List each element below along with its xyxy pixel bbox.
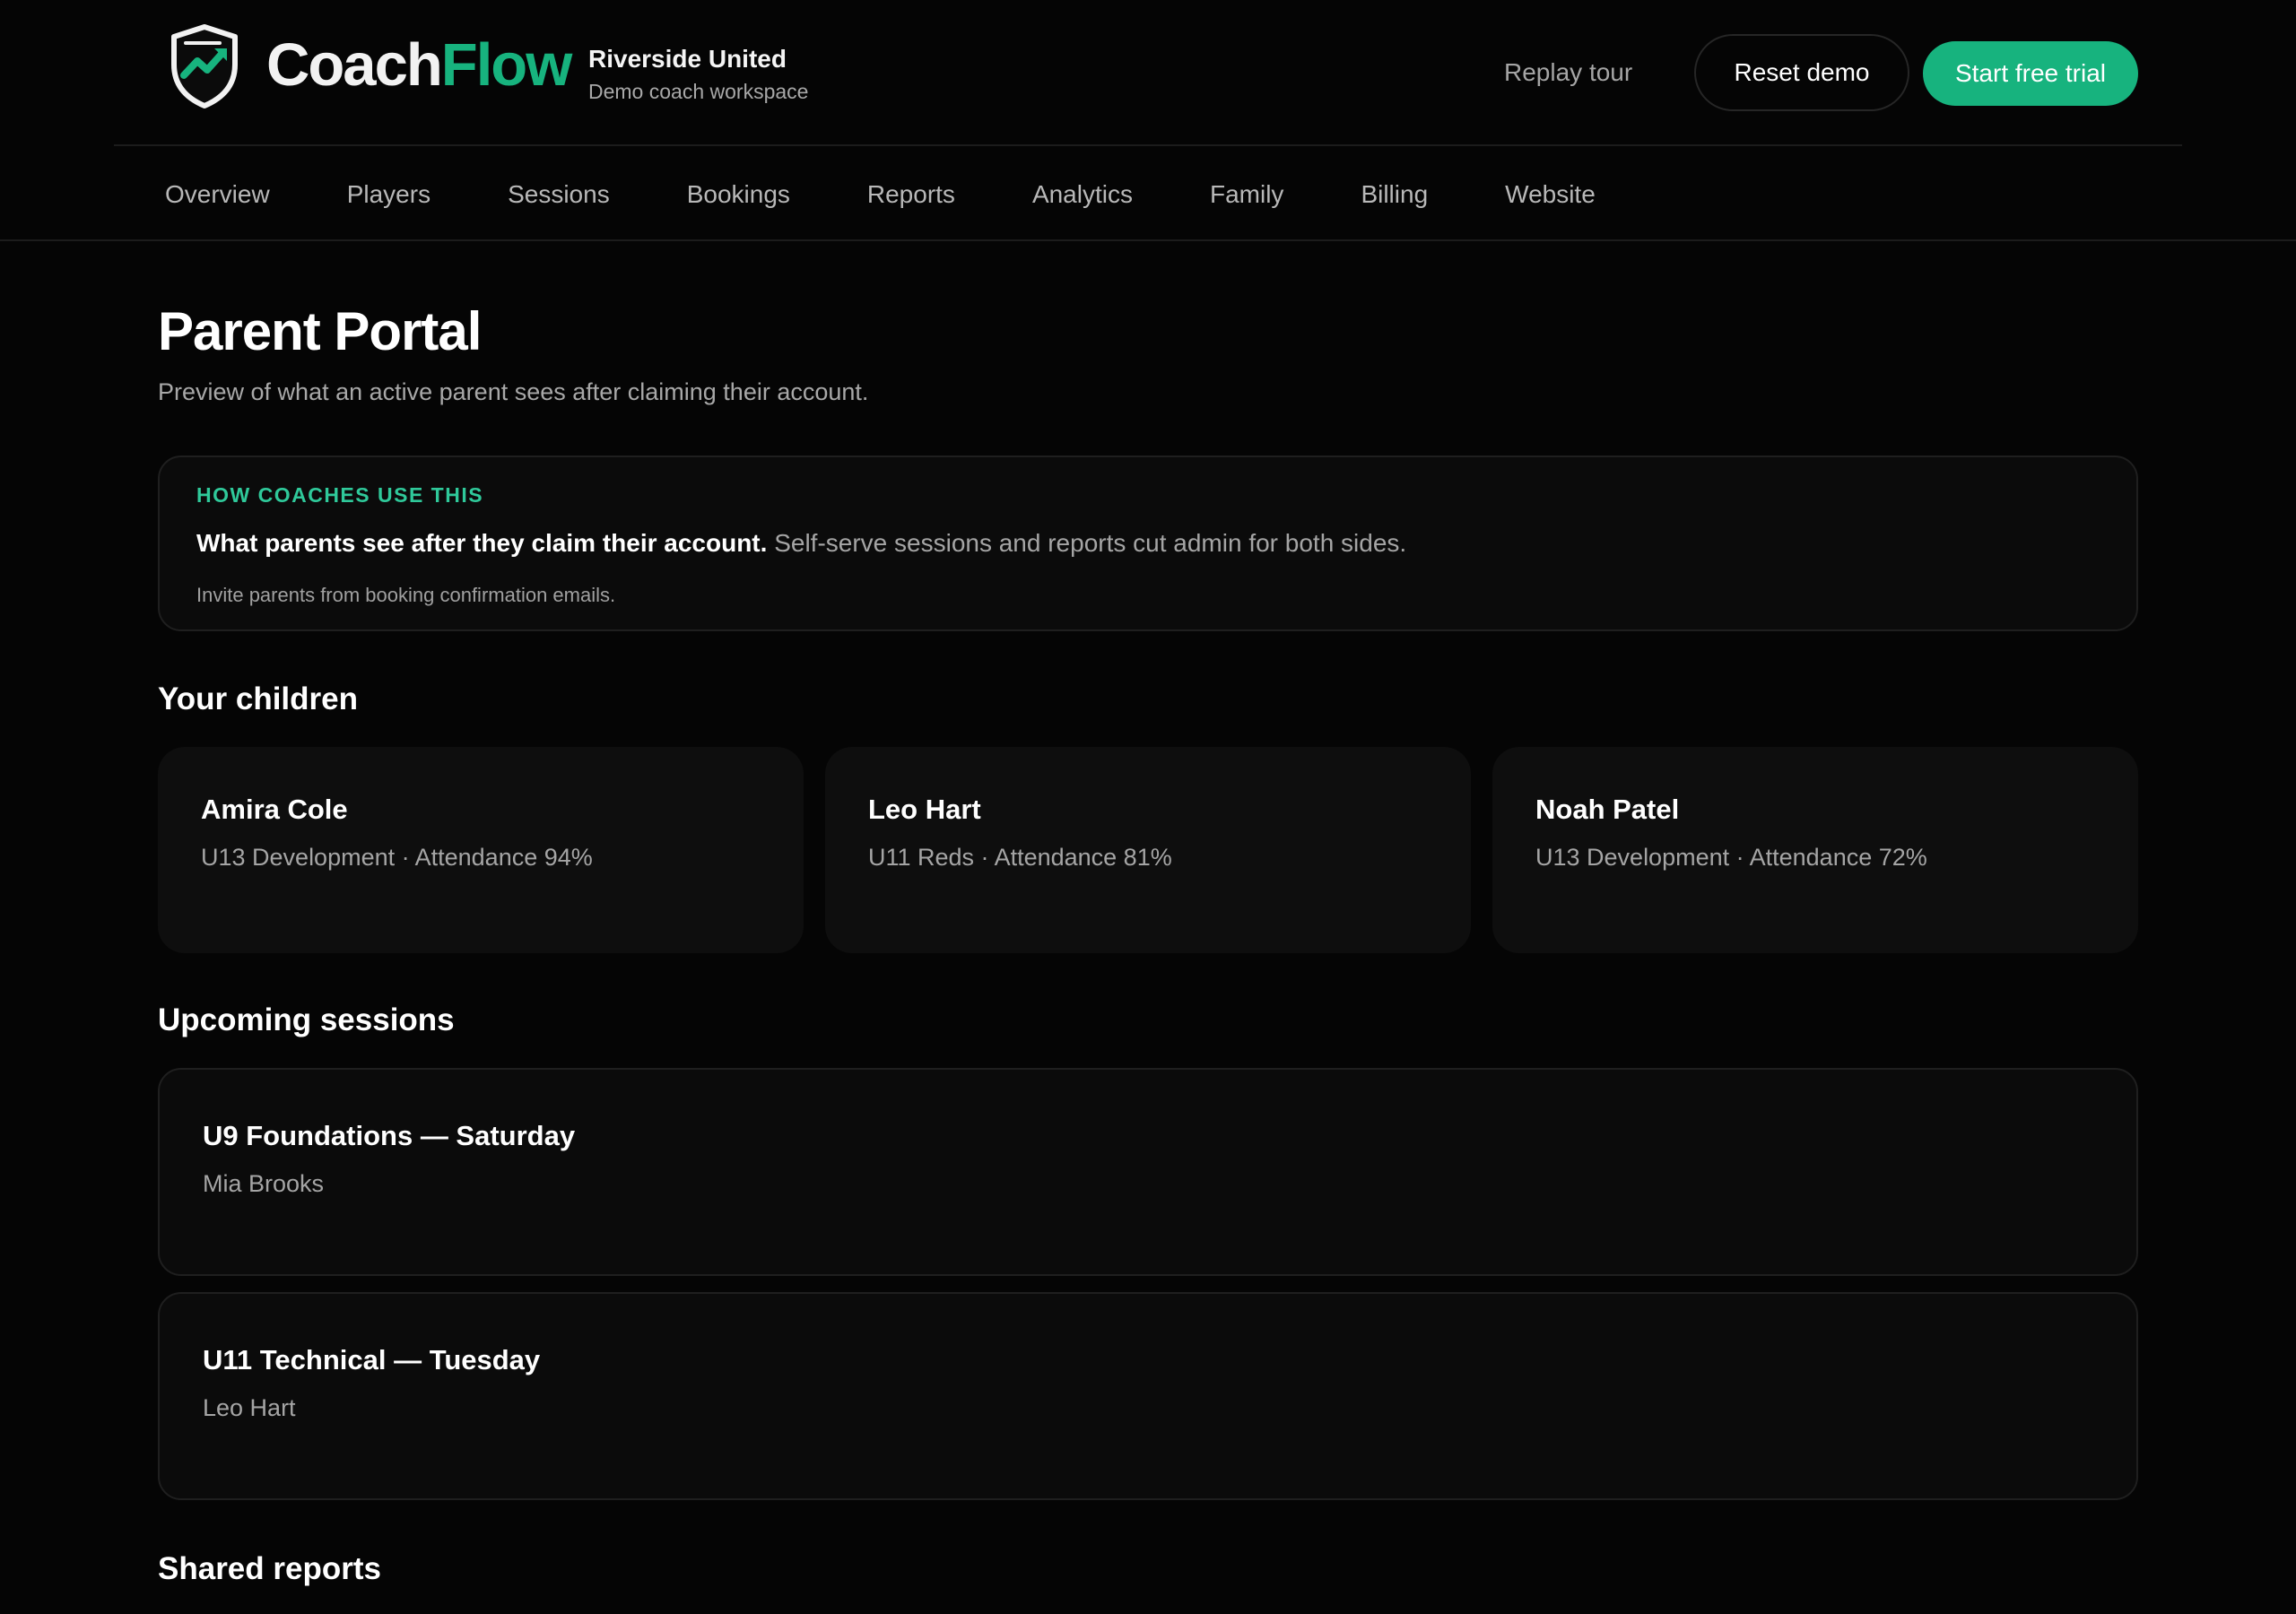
- nav-tab-family[interactable]: Family: [1159, 175, 1309, 214]
- session-card[interactable]: U11 Technical — Tuesday Leo Hart: [158, 1292, 2138, 1500]
- coach-usage-callout: HOW COACHES USE THIS What parents see af…: [158, 456, 2138, 631]
- nav-tab-website[interactable]: Website: [1454, 175, 1622, 214]
- child-card[interactable]: Noah Patel U13 Development · Attendance …: [1492, 747, 2138, 953]
- child-name: Amira Cole: [201, 794, 348, 825]
- main-nav: Overview Players Sessions Bookings Repor…: [0, 148, 2296, 241]
- nav-tab-analytics[interactable]: Analytics: [981, 175, 1159, 214]
- callout-eyebrow: HOW COACHES USE THIS: [196, 483, 484, 507]
- reset-demo-button[interactable]: Reset demo: [1694, 34, 1909, 111]
- nav-tab-billing[interactable]: Billing: [1309, 175, 1454, 214]
- nav-tab-overview[interactable]: Overview: [114, 175, 296, 214]
- nav-tab-players[interactable]: Players: [296, 175, 457, 214]
- session-coach: Leo Hart: [203, 1394, 296, 1421]
- callout-muted-text: Self-serve sessions and reports cut admi…: [767, 529, 1407, 557]
- callout-strong-text: What parents see after they claim their …: [196, 529, 768, 557]
- child-meta: U11 Reds · Attendance 81%: [868, 844, 1172, 871]
- brand-wordmark-flow: Flow: [440, 31, 573, 99]
- session-title: U11 Technical — Tuesday: [203, 1344, 541, 1375]
- sessions-section-heading: Upcoming sessions: [158, 1002, 455, 1037]
- workspace-name: Riverside United: [588, 45, 787, 73]
- session-title: U9 Foundations — Saturday: [203, 1120, 576, 1151]
- session-card[interactable]: U9 Foundations — Saturday Mia Brooks: [158, 1068, 2138, 1276]
- brand-wordmark[interactable]: CoachFlow: [266, 30, 573, 100]
- top-header: CoachFlow Riverside United Demo coach wo…: [114, 0, 2182, 146]
- children-section-heading: Your children: [158, 681, 358, 716]
- nav-tab-reports[interactable]: Reports: [816, 175, 981, 214]
- reports-section-heading: Shared reports: [158, 1551, 381, 1586]
- workspace-info: Riverside United Demo coach workspace: [588, 43, 808, 106]
- child-name: Noah Patel: [1535, 794, 1680, 825]
- start-free-trial-button[interactable]: Start free trial: [1923, 41, 2138, 106]
- callout-description: What parents see after they claim their …: [196, 525, 1406, 561]
- workspace-subtitle: Demo coach workspace: [588, 80, 809, 103]
- nav-tab-bookings[interactable]: Bookings: [636, 175, 816, 214]
- brand-wordmark-coach: Coach: [266, 31, 443, 99]
- replay-tour-link[interactable]: Replay tour: [1504, 53, 1632, 92]
- page-title: Parent Portal: [158, 301, 482, 361]
- child-card[interactable]: Leo Hart U11 Reds · Attendance 81%: [825, 747, 1471, 953]
- child-meta: U13 Development · Attendance 72%: [1535, 844, 1927, 871]
- nav-tabs: Overview Players Sessions Bookings Repor…: [114, 175, 1622, 214]
- child-meta: U13 Development · Attendance 94%: [201, 844, 593, 871]
- session-coach: Mia Brooks: [203, 1170, 325, 1197]
- child-card[interactable]: Amira Cole U13 Development · Attendance …: [158, 747, 804, 953]
- child-name: Leo Hart: [868, 794, 981, 825]
- page-subtitle: Preview of what an active parent sees af…: [158, 378, 869, 405]
- nav-tab-sessions[interactable]: Sessions: [457, 175, 636, 214]
- shield-logo-icon: [171, 24, 238, 108]
- callout-note: Invite parents from booking confirmation…: [196, 584, 616, 606]
